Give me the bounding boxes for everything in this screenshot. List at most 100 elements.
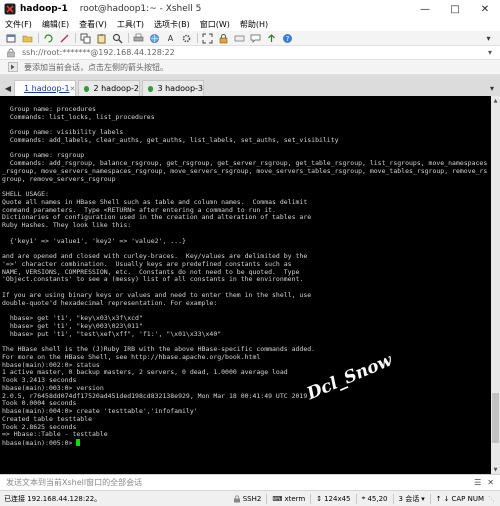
disconnect-icon[interactable] xyxy=(59,33,70,44)
status-terminal-type: xterm xyxy=(284,494,306,503)
up-arrow-icon: ↑ xyxy=(435,494,442,503)
new-session-icon[interactable] xyxy=(6,33,17,44)
session-status-icon xyxy=(148,85,154,92)
status-cursor-position: 45,20 xyxy=(367,494,388,503)
upload-icon[interactable] xyxy=(266,33,277,44)
compose-input[interactable]: 发送文本到当前Xshell窗口的全部会话 xyxy=(6,477,142,488)
menu-help[interactable]: 帮助(H) xyxy=(240,19,268,30)
status-separator xyxy=(310,493,312,504)
help-icon[interactable]: ? xyxy=(282,33,293,44)
status-sessions[interactable]: 3 会话 xyxy=(399,494,420,504)
address-dropdown-icon[interactable]: ▾ xyxy=(488,48,492,57)
status-protocol: SSH2 xyxy=(242,494,262,503)
menu-bar: 文件(F) 编辑(E) 查看(V) 工具(T) 选项卡(B) 窗口(W) 帮助(… xyxy=(0,18,500,31)
compose-controls: ☰ ✕ xyxy=(468,478,494,487)
tab-label: 1 hadoop-1 xyxy=(24,84,70,93)
menu-tools[interactable]: 工具(T) xyxy=(117,19,144,30)
scroll-down-icon[interactable]: ▼ xyxy=(491,465,500,474)
address-lock-icon xyxy=(7,48,15,57)
copy-icon[interactable] xyxy=(80,33,91,44)
settings-icon[interactable] xyxy=(181,33,192,44)
status-separator xyxy=(266,493,268,504)
print-icon[interactable] xyxy=(133,33,144,44)
maximize-icon[interactable]: □ xyxy=(440,0,470,18)
terminal-scrollbar[interactable]: ▲ ▼ xyxy=(491,96,500,474)
status-sessions-wrap[interactable]: 3 会话 ▾ xyxy=(399,494,425,504)
keyboard-icon[interactable] xyxy=(234,33,245,44)
terminal-line: Ruby Hashes. They look like this: xyxy=(2,221,132,229)
window-controls: — □ ✕ xyxy=(410,0,500,18)
hint-bar: 要添加当前会话，点击左侧的箭头按钮。 xyxy=(0,60,500,75)
compose-menu-icon[interactable]: ☰ xyxy=(474,478,481,487)
lock-icon[interactable] xyxy=(218,33,229,44)
tab-list-dropdown-icon[interactable]: ▾ xyxy=(490,80,494,96)
chat-icon[interactable] xyxy=(250,33,261,44)
terminal-output[interactable]: Group name: procedures Commands: list_lo… xyxy=(0,96,491,474)
scroll-up-icon[interactable]: ▲ xyxy=(491,96,500,105)
terminal-prompt: hbase(main):005:0> xyxy=(2,439,77,447)
status-bar: 已连接 192.168.44.128:22。 SSH2 ⌨ xterm ↕ 12… xyxy=(0,490,500,506)
tab-hadoop-2[interactable]: 2 hadoop-2 xyxy=(78,80,140,96)
tab-bar: ◀ 1 hadoop-1 ✕ 2 hadoop-2 3 hadoop-3 ▾ xyxy=(0,75,500,96)
status-term-wrap: ⌨ xterm xyxy=(272,495,305,503)
address-bar[interactable]: ssh://root:*******@192.168.44.128:22 ▾ xyxy=(0,46,500,60)
tab-label: 2 hadoop-2 xyxy=(93,84,139,93)
add-session-arrow-icon[interactable] xyxy=(8,62,18,72)
menu-tab[interactable]: 选项卡(B) xyxy=(154,19,190,30)
tab-hadoop-3[interactable]: 3 hadoop-3 xyxy=(142,80,204,96)
cursor-position-icon: ⌖ xyxy=(361,494,366,502)
compose-close-icon[interactable]: ✕ xyxy=(487,478,494,487)
window-subtitle: root@hadoop1:~ - Xshell 5 xyxy=(79,4,202,14)
terminal-line: 'Object.constants' to see a (messy) list… xyxy=(2,275,304,284)
status-size-wrap: ↕ 124x45 xyxy=(316,495,350,503)
globe-icon[interactable] xyxy=(149,33,160,44)
menu-file[interactable]: 文件(F) xyxy=(5,19,32,30)
toolbar: A ? ▾ xyxy=(0,31,500,46)
scroll-thumb[interactable] xyxy=(492,393,499,444)
terminal-line: double-quote'd hexadecimal representatio… xyxy=(2,298,218,307)
terminal-line: hbase> put 't1', "test\xef\xff", 'f1:', … xyxy=(2,329,222,338)
toolbar-separator xyxy=(38,33,39,43)
toolbar-separator xyxy=(75,33,76,43)
tab-prev-icon[interactable]: ◀ xyxy=(2,80,14,96)
ssh-lock-icon xyxy=(233,494,240,502)
find-icon[interactable] xyxy=(112,33,123,44)
close-icon[interactable]: ✕ xyxy=(470,0,500,18)
sessions-dropdown-icon[interactable]: ▾ xyxy=(421,495,425,503)
window-size-icon: ↕ xyxy=(316,494,323,503)
title-bar: hadoop-1 root@hadoop1:~ - Xshell 5 — □ ✕ xyxy=(0,0,500,18)
status-size: 124x45 xyxy=(324,494,351,503)
reconnect-icon[interactable] xyxy=(43,33,54,44)
toolbar-dropdown-icon[interactable]: ▾ xyxy=(483,33,494,44)
minimize-icon[interactable]: — xyxy=(410,0,440,18)
fullscreen-icon[interactable] xyxy=(202,33,213,44)
address-text[interactable]: ssh://root:*******@192.168.44.128:22 xyxy=(22,48,175,57)
status-key-state: CAP NUM xyxy=(451,494,484,503)
terminal-cursor xyxy=(76,439,81,446)
tab-hadoop-1[interactable]: 1 hadoop-1 ✕ xyxy=(14,80,76,96)
terminal-line: Commands: add_labels, clear_auths, get_a… xyxy=(2,135,339,144)
terminal-line: => Hbase::Table - testtable xyxy=(2,430,108,439)
menu-edit[interactable]: 编辑(E) xyxy=(42,19,69,30)
terminal-line: group, remove_servers_rsgroup xyxy=(2,174,116,183)
svg-text:?: ? xyxy=(286,35,290,43)
status-separator xyxy=(392,493,394,504)
terminal-line: Commands: list_locks, list_procedures xyxy=(2,112,155,121)
status-keys-wrap: ↑ ↓ CAP NUM xyxy=(436,495,484,503)
down-arrow-icon: ↓ xyxy=(443,494,450,503)
terminal-prompt-line[interactable]: hbase(main):005:0> xyxy=(2,439,491,447)
xshell-app-icon xyxy=(4,3,16,15)
tab-close-icon[interactable]: ✕ xyxy=(70,85,76,93)
menu-view[interactable]: 查看(V) xyxy=(79,19,107,30)
menu-window[interactable]: 窗口(W) xyxy=(200,19,230,30)
status-separator xyxy=(355,493,357,504)
resize-grip-icon[interactable]: ⋱ xyxy=(488,495,498,503)
hint-text: 要添加当前会话，点击左侧的箭头按钮。 xyxy=(24,62,168,72)
terminal-type-icon: ⌨ xyxy=(272,494,283,503)
session-status-icon xyxy=(84,85,90,92)
open-folder-icon[interactable] xyxy=(22,33,33,44)
paste-icon[interactable] xyxy=(96,33,107,44)
font-icon[interactable]: A xyxy=(165,33,176,44)
compose-bar: 发送文本到当前Xshell窗口的全部会话 ☰ ✕ xyxy=(0,474,500,490)
